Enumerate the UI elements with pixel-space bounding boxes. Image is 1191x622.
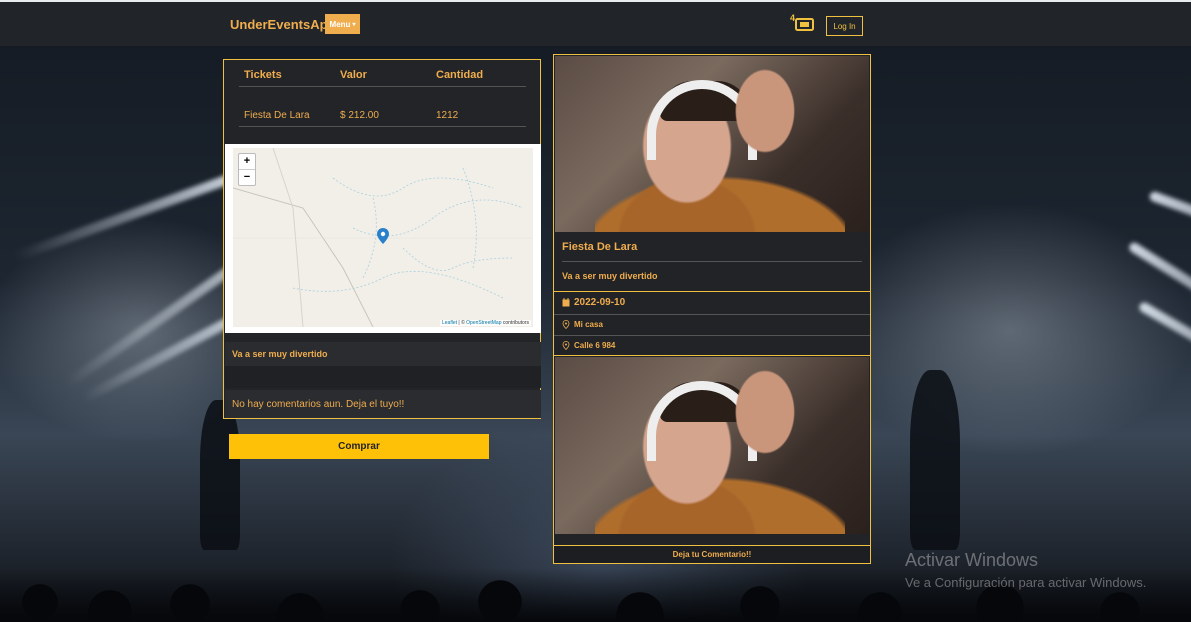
cart-ticket-button[interactable]: 4 xyxy=(790,13,814,33)
event-date: 2022-09-10 xyxy=(562,297,625,308)
column-header-cantidad: Cantidad xyxy=(436,69,484,81)
navbar: UnderEventsApp Menu ▾ 4 Log In xyxy=(0,0,1191,46)
event-date-text: 2022-09-10 xyxy=(574,297,626,308)
login-button[interactable]: Log In xyxy=(826,16,863,36)
divider xyxy=(554,335,870,336)
divider xyxy=(554,314,870,315)
event-image xyxy=(555,56,869,232)
event-image-secondary xyxy=(555,357,869,534)
no-comments-message: No hay comentarios aun. Deja el tuyo!! xyxy=(232,399,405,410)
event-card-description: Va a ser muy divertido xyxy=(562,271,658,281)
osm-link[interactable]: OpenStreetMap xyxy=(466,320,501,326)
map-attribution: Leaflet | © OpenStreetMap contributors xyxy=(440,320,531,326)
divider xyxy=(562,261,862,262)
watermark-title: Activar Windows xyxy=(905,550,1039,570)
divider xyxy=(554,291,870,292)
buy-button[interactable]: Comprar xyxy=(229,434,489,459)
map-zoom-control: + − xyxy=(238,153,256,186)
ticket-quantity: 1212 xyxy=(436,110,459,121)
comments-section: No hay comentarios aun. Deja el tuyo!! xyxy=(225,390,541,418)
column-header-tickets: Tickets xyxy=(244,69,282,81)
windows-activation-watermark: Activar Windows Ve a Configuración para … xyxy=(905,550,1146,590)
location-pin-icon xyxy=(562,341,570,350)
event-address: Calle 6 984 xyxy=(562,341,615,350)
location-pin-icon xyxy=(562,320,570,329)
table-row: Fiesta De Lara $ 212.00 1212 xyxy=(239,100,526,127)
attribution-suffix: contributors xyxy=(501,320,529,326)
map-marker-icon[interactable] xyxy=(377,228,389,244)
attribution-separator: | © xyxy=(457,320,467,326)
zoom-out-button[interactable]: − xyxy=(239,170,255,185)
leave-comment-button[interactable]: Deja tu Comentario!! xyxy=(554,545,870,563)
spacer-row xyxy=(225,366,541,388)
table-header: Tickets Valor Cantidad xyxy=(239,60,526,87)
event-address-text: Calle 6 984 xyxy=(574,341,616,350)
ticket-price: $ 212.00 xyxy=(340,110,379,121)
calendar-icon xyxy=(562,298,570,307)
description-row: Va a ser muy divertido xyxy=(225,342,541,366)
ticket-count-badge: 4 xyxy=(790,13,796,23)
menu-dropdown-button[interactable]: Menu ▾ xyxy=(325,14,360,34)
chevron-down-icon: ▾ xyxy=(352,21,356,28)
ticket-name: Fiesta De Lara xyxy=(244,110,310,121)
watermark-subtitle: Ve a Configuración para activar Windows. xyxy=(905,575,1147,590)
zoom-in-button[interactable]: + xyxy=(239,154,255,170)
event-detail-card: Fiesta De Lara Va a ser muy divertido 20… xyxy=(553,54,871,564)
divider xyxy=(554,355,870,356)
event-description: Va a ser muy divertido xyxy=(232,349,328,359)
event-place-text: Mi casa xyxy=(574,320,603,329)
event-location-map[interactable]: + − Leaflet | © OpenStreetMap contributo… xyxy=(225,144,541,333)
column-header-valor: Valor xyxy=(340,69,367,81)
event-title: Fiesta De Lara xyxy=(562,241,638,253)
menu-label: Menu xyxy=(329,19,351,29)
ticket-summary-card: Tickets Valor Cantidad Fiesta De Lara $ … xyxy=(223,59,541,419)
event-place: Mi casa xyxy=(562,320,603,329)
brand-logo[interactable]: UnderEventsApp xyxy=(230,17,335,32)
leaflet-link[interactable]: Leaflet xyxy=(442,320,457,326)
